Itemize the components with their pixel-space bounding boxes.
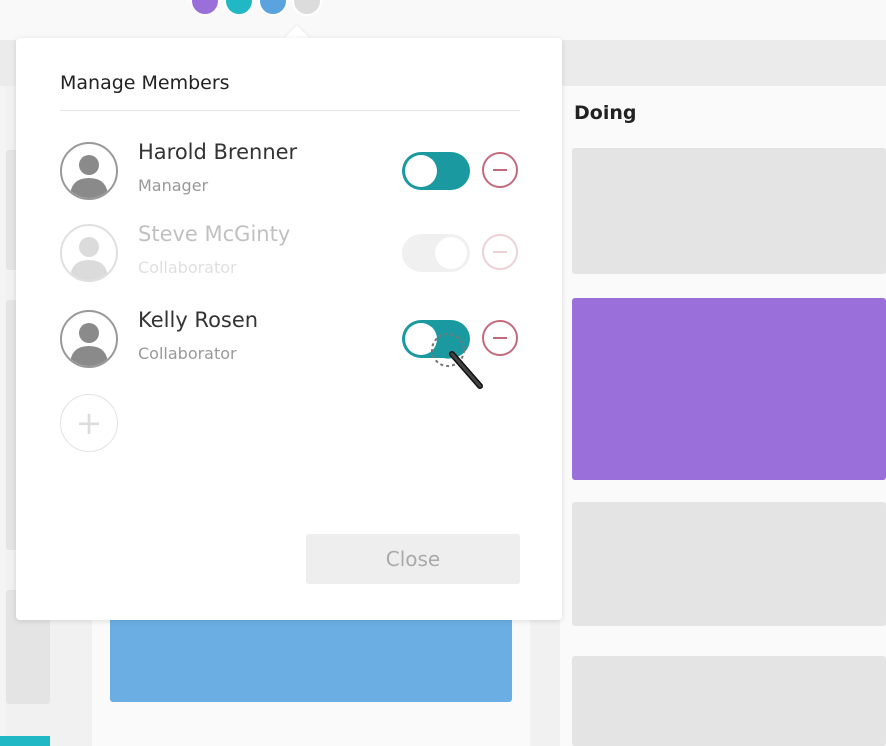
member-avatar-dot[interactable] (224, 0, 254, 16)
user-silhouette-icon (70, 155, 108, 198)
member-name: Harold Brenner (138, 140, 298, 164)
task-card[interactable] (572, 148, 886, 274)
toggle-knob (405, 155, 437, 187)
member-avatar-dot[interactable] (258, 0, 288, 16)
avatar (60, 142, 118, 200)
task-card-accent (0, 736, 50, 746)
member-name: Kelly Rosen (138, 308, 259, 332)
task-card[interactable] (572, 502, 886, 626)
column-title-doing: Doing (574, 102, 637, 124)
cursor-pointer-icon (431, 333, 483, 389)
member-role: Collaborator (138, 258, 237, 277)
close-button[interactable]: Close (306, 534, 520, 584)
avatar (60, 224, 118, 282)
user-silhouette-icon (70, 323, 108, 366)
user-silhouette-icon (70, 237, 108, 280)
member-row: Harold Brenner Manager (60, 140, 530, 204)
manage-members-popover: Manage Members Harold Brenner Manager St… (16, 38, 562, 620)
toggle-knob (435, 237, 467, 269)
task-card[interactable] (572, 298, 886, 480)
member-row: Steve McGinty Collaborator (60, 222, 530, 286)
member-role: Manager (138, 176, 209, 195)
plus-icon: + (75, 404, 103, 442)
board-topbar (0, 0, 886, 40)
member-avatar-dot[interactable] (190, 0, 220, 16)
popover-title: Manage Members (60, 72, 230, 94)
avatar (60, 310, 118, 368)
add-member-button[interactable]: + (60, 394, 118, 452)
remove-member-button[interactable] (482, 234, 518, 270)
member-name: Steve McGinty (138, 222, 291, 246)
board-member-avatars[interactable] (190, 0, 322, 16)
member-enabled-toggle[interactable] (402, 234, 470, 272)
remove-member-button[interactable] (482, 152, 518, 188)
divider (60, 110, 520, 111)
member-avatar-dot[interactable] (292, 0, 322, 16)
member-enabled-toggle[interactable] (402, 152, 470, 190)
task-card[interactable] (572, 656, 886, 746)
task-card[interactable] (110, 618, 512, 702)
member-role: Collaborator (138, 344, 237, 363)
